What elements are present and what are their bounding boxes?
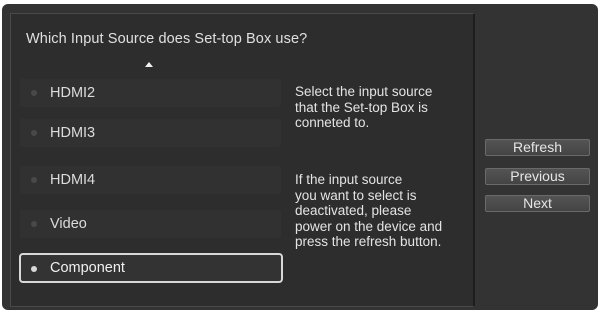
bullet-dot-icon: [31, 130, 37, 136]
bullet-dot-icon: [31, 177, 37, 183]
next-button[interactable]: Next: [485, 195, 590, 212]
scroll-up-icon[interactable]: [145, 62, 153, 67]
source-item-hdmi2[interactable]: HDMI2: [20, 79, 281, 107]
source-label: Video: [50, 216, 87, 232]
source-label: HDMI3: [50, 125, 96, 141]
source-label: Component: [50, 260, 125, 276]
screen: Which Input Source does Set-top Box use?…: [0, 0, 601, 313]
bullet-dot-icon: [31, 221, 37, 227]
source-item-hdmi4[interactable]: HDMI4: [20, 166, 281, 194]
source-item-video[interactable]: Video: [20, 210, 281, 238]
source-item-component[interactable]: Component: [19, 253, 283, 283]
help-text-deactivated: If the input source you want to select i…: [295, 172, 443, 249]
refresh-button[interactable]: Refresh: [485, 139, 590, 156]
source-item-hdmi3[interactable]: HDMI3: [20, 119, 281, 147]
help-text-select: Select the input source that the Set-top…: [295, 84, 433, 130]
previous-button[interactable]: Previous: [485, 168, 590, 185]
source-label: HDMI4: [50, 172, 96, 188]
bullet-dot-icon: [31, 90, 37, 96]
source-label: HDMI2: [50, 85, 96, 101]
dialog-question: Which Input Source does Set-top Box use?: [26, 31, 308, 47]
bullet-dot-icon: [31, 266, 37, 272]
